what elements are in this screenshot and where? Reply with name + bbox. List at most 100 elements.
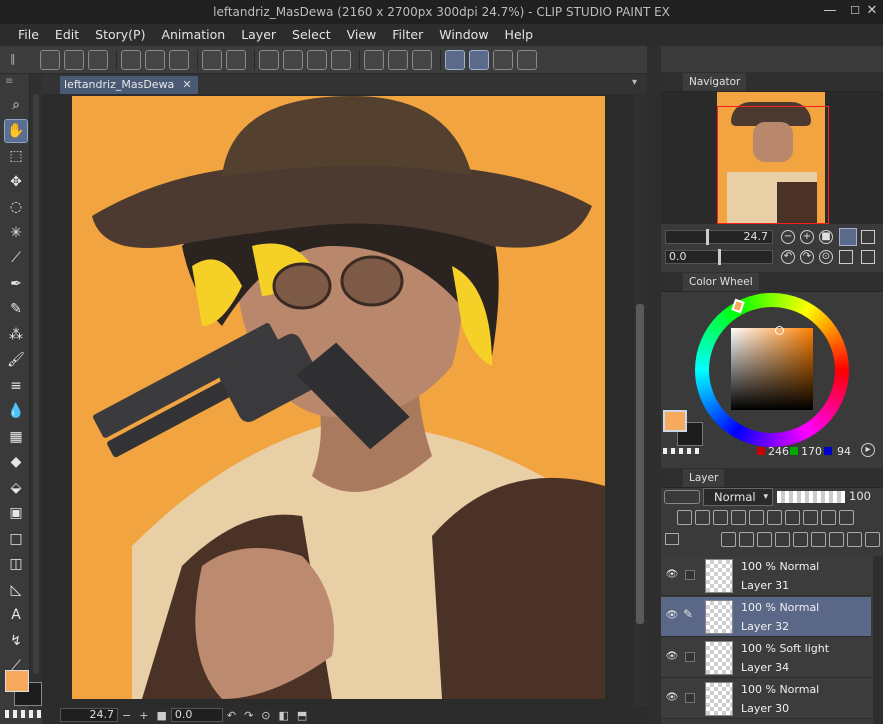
text-tool-icon[interactable]: A bbox=[5, 604, 27, 626]
redo-icon[interactable] bbox=[259, 49, 279, 70]
saturation-value-square[interactable] bbox=[731, 326, 813, 410]
airbrush-icon[interactable]: ⁂ bbox=[5, 324, 27, 346]
layer-tool-icon-7[interactable] bbox=[785, 510, 800, 525]
layer-checkbox[interactable] bbox=[685, 693, 695, 703]
rotate-right-icon[interactable]: ↷ bbox=[244, 709, 253, 722]
fill-icon[interactable] bbox=[331, 49, 351, 70]
transform-icon[interactable] bbox=[364, 49, 384, 70]
object-tool-icon[interactable]: ⬚ bbox=[5, 145, 27, 167]
layer-row[interactable]: 👁 100 % Normal Layer 30 bbox=[661, 679, 871, 719]
invert-icon[interactable] bbox=[412, 49, 432, 70]
open-icon[interactable] bbox=[88, 49, 108, 70]
save-icon[interactable] bbox=[121, 49, 141, 70]
deselect-icon[interactable] bbox=[388, 49, 408, 70]
rotate-left-icon[interactable]: ↶ bbox=[227, 709, 236, 722]
eraser-tool-icon[interactable]: ◆ bbox=[5, 451, 27, 473]
gradient-tool-icon[interactable]: ▣ bbox=[5, 502, 27, 524]
navigator-rotation-slider[interactable]: 0.0 bbox=[665, 249, 773, 265]
layer-action-icon-4[interactable] bbox=[775, 532, 790, 547]
eye-icon[interactable]: 👁 bbox=[665, 651, 679, 663]
menu-select[interactable]: Select bbox=[284, 24, 339, 46]
minimize-button[interactable]: — bbox=[820, 2, 840, 20]
menu-window[interactable]: Window bbox=[431, 24, 496, 46]
color-mode-toggle-icon[interactable]: ▸ bbox=[861, 443, 875, 457]
menu-file[interactable]: File bbox=[10, 24, 47, 46]
menu-view[interactable]: View bbox=[339, 24, 385, 46]
color-wheel-tab[interactable]: Color Wheel bbox=[683, 273, 759, 291]
layer-tool-icon-6[interactable] bbox=[767, 510, 782, 525]
pencil-tool-icon[interactable]: ✎ bbox=[5, 298, 27, 320]
artwork-canvas[interactable] bbox=[72, 96, 605, 699]
layer-tool-icon-3[interactable] bbox=[713, 510, 728, 525]
menu-layer[interactable]: Layer bbox=[233, 24, 284, 46]
snap-ruler-icon[interactable] bbox=[493, 49, 513, 70]
layer-tool-icon-2[interactable] bbox=[695, 510, 710, 525]
eye-icon[interactable]: 👁 bbox=[665, 692, 679, 704]
document-tab[interactable]: leftandriz_MasDewa ✕ bbox=[60, 76, 198, 94]
layer-action-icon-9[interactable] bbox=[865, 532, 880, 547]
navigator-flip-h-icon[interactable] bbox=[839, 250, 853, 264]
navigator-zoom-in-icon[interactable]: + bbox=[800, 230, 814, 244]
zoom-tool-icon[interactable]: ⌕ bbox=[5, 94, 27, 116]
color-wheel-main-chip[interactable] bbox=[663, 410, 687, 432]
layer-checkbox[interactable] bbox=[685, 570, 695, 580]
navigator-flip-v-icon[interactable] bbox=[861, 250, 875, 264]
layer-tab[interactable]: Layer bbox=[683, 469, 725, 487]
layer-action-icon-7[interactable] bbox=[829, 532, 844, 547]
decoration-tool-icon[interactable]: ≡ bbox=[5, 375, 27, 397]
layer-row[interactable]: 👁 ✎ 100 % Normal Layer 32 bbox=[661, 597, 871, 637]
layer-tool-icon-9[interactable] bbox=[821, 510, 836, 525]
close-window-button[interactable]: ✕ bbox=[862, 2, 882, 20]
lasso-tool-icon[interactable]: ◌ bbox=[5, 196, 27, 218]
hand-tool-icon[interactable]: ✋ bbox=[4, 118, 28, 143]
export-jpg-icon[interactable] bbox=[145, 49, 165, 70]
eye-icon[interactable]: 👁 bbox=[665, 569, 679, 581]
navigator-zoom-slider[interactable]: 24.7 bbox=[665, 229, 773, 245]
canvas-vertical-scrollbar[interactable] bbox=[634, 94, 647, 706]
rotation-field[interactable]: 0.0 bbox=[170, 708, 223, 722]
layer-action-icon-8[interactable] bbox=[847, 532, 862, 547]
layer-property-toggle[interactable] bbox=[664, 490, 700, 504]
flip-vertical-icon[interactable]: ⬒ bbox=[297, 709, 307, 722]
layer-action-icon-3[interactable] bbox=[757, 532, 772, 547]
main-color-chip[interactable] bbox=[5, 670, 29, 692]
clear-icon[interactable] bbox=[307, 49, 327, 70]
blend-mode-select[interactable]: Normal ▾ bbox=[703, 488, 773, 506]
export-psd-icon[interactable] bbox=[202, 49, 222, 70]
zoom-out-button[interactable]: − bbox=[122, 709, 131, 722]
mesh-tool-icon[interactable]: ▦ bbox=[5, 426, 27, 448]
color-wheel-transparent-chip[interactable] bbox=[663, 448, 699, 454]
navigator-reset-rotation-icon[interactable]: ⊙ bbox=[819, 250, 833, 264]
pen-tool-icon[interactable]: ✒ bbox=[5, 273, 27, 295]
reset-rotation-icon[interactable]: ⊙ bbox=[261, 709, 270, 722]
layer-tool-icon-10[interactable] bbox=[839, 510, 854, 525]
ruler-tool-icon[interactable]: ◺ bbox=[5, 579, 27, 601]
fit-window-icon[interactable] bbox=[861, 230, 875, 244]
layer-tool-icon-4[interactable] bbox=[731, 510, 746, 525]
layer-row[interactable]: 👁 100 % Soft light Layer 34 bbox=[661, 638, 871, 678]
palette-menu-icon[interactable]: ≡ bbox=[5, 76, 27, 88]
eyedropper-icon[interactable]: ⟋ bbox=[5, 247, 27, 269]
ruler-icon[interactable] bbox=[469, 49, 489, 70]
layer-list-scrollbar[interactable] bbox=[873, 556, 883, 724]
menu-filter[interactable]: Filter bbox=[384, 24, 431, 46]
layer-tool-icon-1[interactable] bbox=[677, 510, 692, 525]
export-png-icon[interactable] bbox=[169, 49, 189, 70]
navigator-preview-area[interactable] bbox=[661, 92, 883, 224]
transparent-color-chip[interactable] bbox=[5, 710, 41, 718]
loading-icon[interactable] bbox=[283, 49, 303, 70]
color-picker-cursor[interactable] bbox=[775, 326, 784, 335]
fit-navigator-icon[interactable] bbox=[839, 228, 857, 246]
zoom-field[interactable]: 24.7 bbox=[60, 708, 118, 722]
navigator-rotate-left-icon[interactable]: ↶ bbox=[781, 250, 795, 264]
brush-tool-icon[interactable]: 🖌 bbox=[5, 349, 27, 371]
balloon-tool-icon[interactable]: ↯ bbox=[5, 630, 27, 652]
frame-tool-icon[interactable]: ◫ bbox=[5, 553, 27, 575]
eye-icon[interactable]: 👁 bbox=[665, 610, 679, 622]
move-tool-icon[interactable]: ✥ bbox=[5, 171, 27, 193]
navigator-viewport-frame[interactable] bbox=[717, 106, 829, 224]
flip-horizontal-icon[interactable]: ◧ bbox=[279, 709, 289, 722]
fit-button[interactable]: ■ bbox=[156, 709, 166, 722]
navigator-fit-icon[interactable]: ■ bbox=[819, 230, 833, 244]
layer-action-icon-6[interactable] bbox=[811, 532, 826, 547]
